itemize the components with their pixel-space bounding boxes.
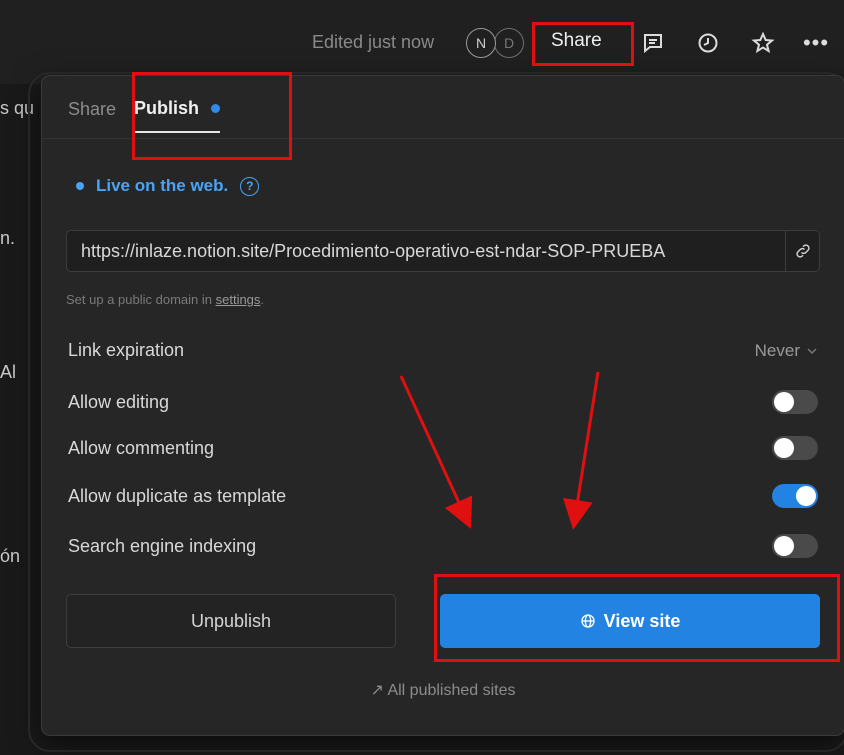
chevron-down-icon bbox=[807, 348, 817, 354]
globe-icon bbox=[580, 614, 595, 628]
history-icon[interactable] bbox=[694, 29, 722, 57]
link-expiration-value: Never bbox=[754, 340, 800, 360]
live-status: Live on the web. ? bbox=[76, 176, 260, 196]
view-site-button[interactable]: View site bbox=[440, 594, 820, 648]
hint-end: . bbox=[260, 292, 265, 307]
tab-share[interactable]: Share bbox=[68, 99, 116, 132]
public-url-text[interactable]: https://inlaze.notion.site/Procedimiento… bbox=[67, 241, 785, 262]
arrow-up-right-icon: ↗ bbox=[370, 682, 384, 699]
more-icon[interactable]: ••• bbox=[802, 29, 830, 57]
live-label: Live on the web. bbox=[96, 176, 229, 195]
option-label: Allow editing bbox=[68, 391, 170, 412]
tab-publish[interactable]: Publish bbox=[134, 98, 221, 133]
background-text: n. bbox=[0, 228, 16, 248]
status-dot-icon bbox=[211, 104, 221, 113]
hint-text: Set up a public domain in bbox=[66, 292, 216, 307]
avatar[interactable]: N bbox=[466, 28, 496, 58]
link-expiration-row: Link expiration Never bbox=[68, 340, 818, 361]
copy-link-icon[interactable] bbox=[785, 231, 819, 271]
settings-link[interactable]: settings bbox=[216, 292, 261, 307]
all-sites-label: All published sites bbox=[387, 682, 516, 699]
divider bbox=[42, 138, 844, 139]
option-label: Allow commenting bbox=[68, 437, 215, 458]
option-label: Allow duplicate as template bbox=[68, 485, 287, 506]
share-popover: Share Publish Live on the web. ? https:/… bbox=[42, 76, 844, 735]
comment-icon[interactable] bbox=[639, 29, 667, 57]
all-published-sites-link[interactable]: ↗ All published sites bbox=[42, 680, 844, 700]
option-row: Search engine indexing bbox=[68, 534, 818, 558]
allow-editing-toggle[interactable] bbox=[772, 390, 818, 414]
option-label: Search engine indexing bbox=[68, 535, 257, 556]
view-site-label: View site bbox=[603, 610, 681, 631]
live-dot-icon bbox=[76, 182, 84, 190]
edited-status: Edited just now bbox=[312, 32, 435, 52]
background-text: Al bbox=[0, 362, 17, 382]
public-url-field[interactable]: https://inlaze.notion.site/Procedimiento… bbox=[66, 230, 820, 272]
avatar[interactable]: D bbox=[494, 28, 524, 58]
domain-hint: Set up a public domain in settings. bbox=[66, 292, 264, 307]
link-expiration-select[interactable]: Never bbox=[755, 341, 818, 361]
unpublish-button[interactable]: Unpublish bbox=[66, 594, 396, 648]
option-row: Allow duplicate as template bbox=[68, 484, 818, 508]
allow-duplicate-toggle[interactable] bbox=[772, 484, 818, 508]
option-row: Allow commenting bbox=[68, 436, 818, 460]
background-text: ón bbox=[0, 546, 21, 566]
link-expiration-label: Link expiration bbox=[68, 340, 185, 360]
allow-commenting-toggle[interactable] bbox=[772, 436, 818, 460]
search-indexing-toggle[interactable] bbox=[772, 534, 818, 558]
tab-bar: Share Publish bbox=[68, 98, 221, 133]
tab-publish-label: Publish bbox=[134, 98, 200, 118]
star-icon[interactable] bbox=[749, 29, 777, 57]
share-button[interactable]: Share bbox=[541, 28, 612, 54]
option-row: Allow editing bbox=[68, 390, 818, 414]
help-icon[interactable]: ? bbox=[240, 176, 260, 196]
